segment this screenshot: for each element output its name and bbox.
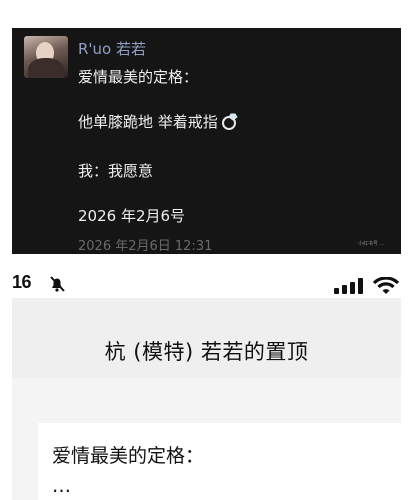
post-line-2-text: 他单膝跪地 举着戒指	[78, 113, 218, 131]
wifi-icon	[372, 276, 400, 299]
post-line-2: 他单膝跪地 举着戒指	[78, 111, 240, 134]
pinned-message-text: 爱情最美的定格：	[52, 445, 205, 467]
pinned-header: 杭 (模特) 若若的置顶	[12, 298, 401, 378]
watermark: 小红书号 …	[358, 241, 385, 247]
post-line-3: 我：我愿意	[78, 162, 154, 180]
post-card	[12, 28, 401, 254]
pinned-message-more: …	[52, 475, 71, 497]
page-title: 杭 (模特) 若若的置顶	[104, 340, 309, 364]
divider-gap	[0, 254, 409, 276]
post-timestamp: 2026 年2月6日 12:31	[78, 239, 213, 254]
avatar[interactable]	[24, 36, 68, 78]
pinned-message[interactable]: 爱情最美的定格： …	[38, 423, 401, 500]
status-bar: 16	[12, 272, 401, 299]
post-username[interactable]: R'uo 若若	[78, 38, 146, 59]
signal-icon	[334, 278, 364, 298]
bell-muted-icon	[48, 275, 66, 297]
post-line-1: 爱情最美的定格：	[78, 68, 199, 86]
status-time: 16	[12, 272, 32, 292]
post-line-4: 2026 年2月6号	[78, 207, 186, 225]
ring-icon	[220, 112, 240, 134]
